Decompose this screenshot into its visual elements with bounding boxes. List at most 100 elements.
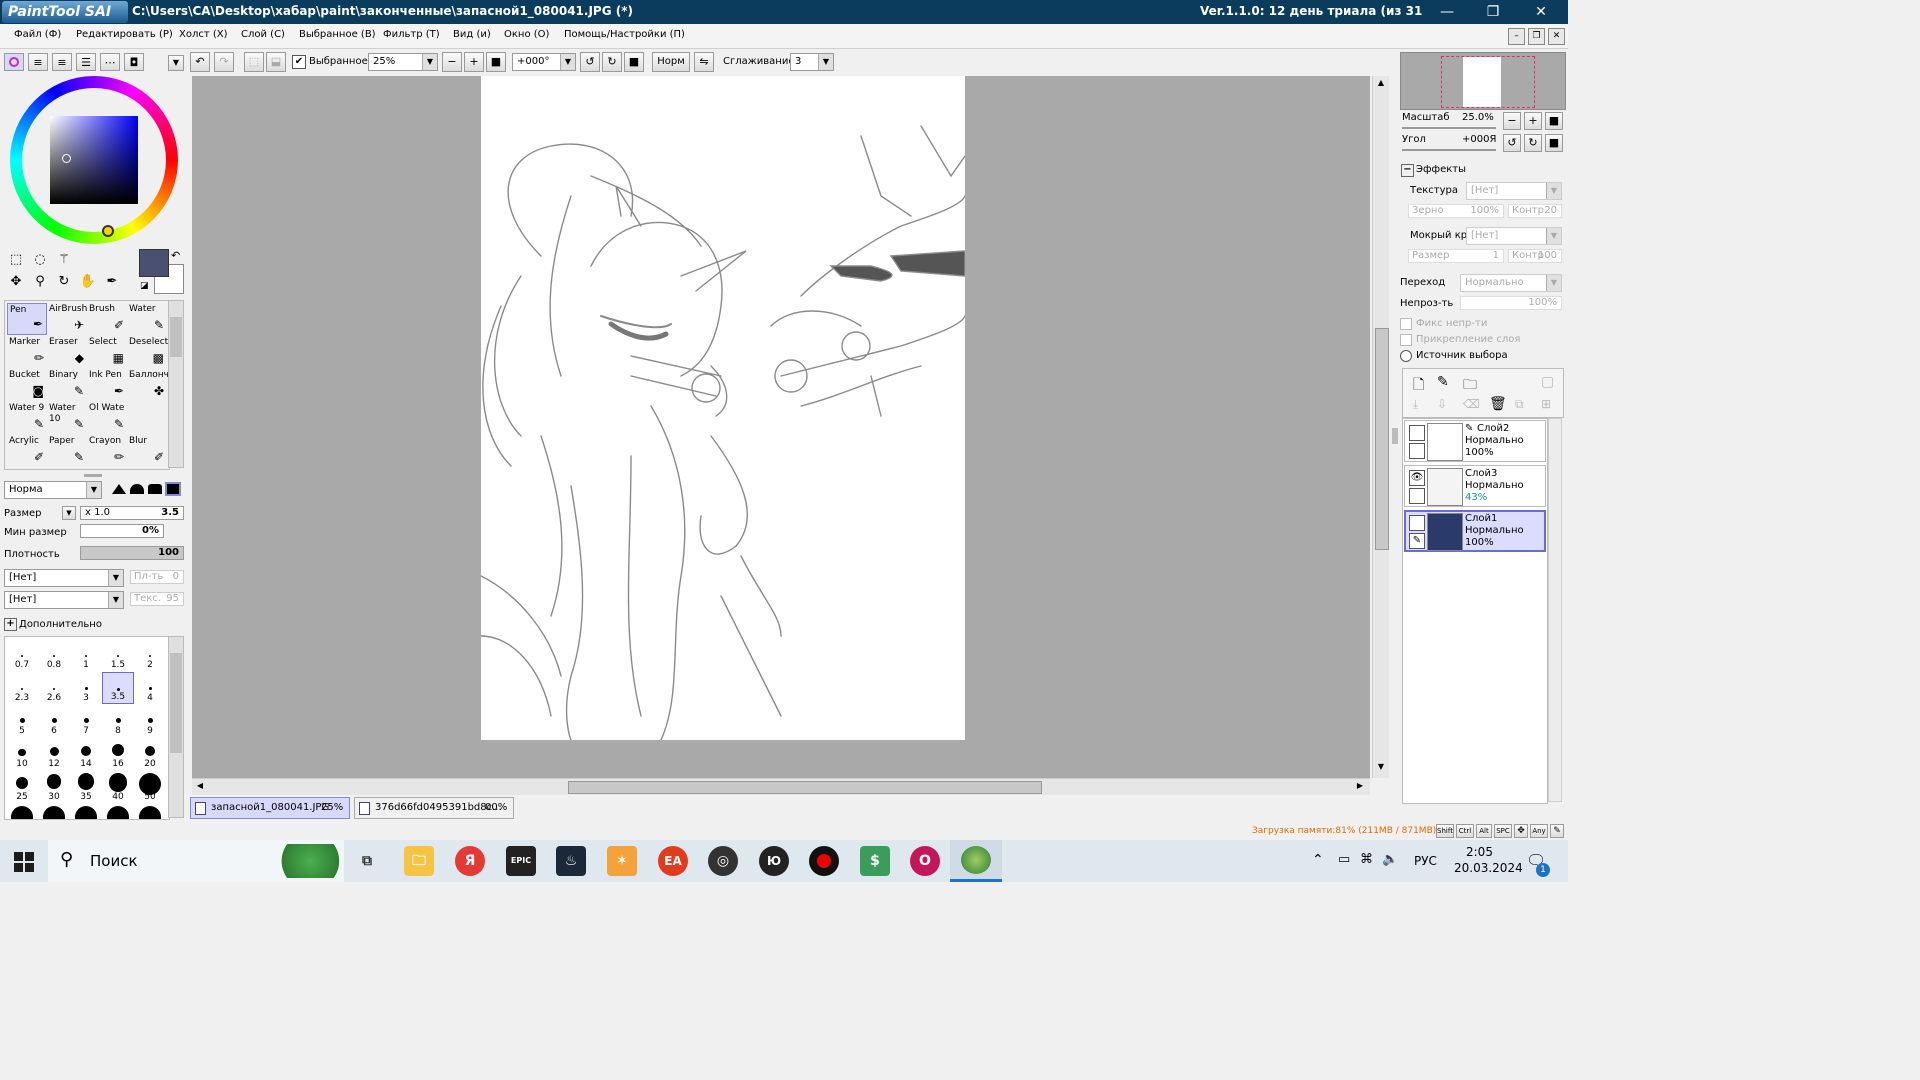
tool-select[interactable]: Select ▦: [87, 336, 127, 368]
maximize-button[interactable]: ❐: [1470, 0, 1516, 24]
scroll-left-icon[interactable]: ◀: [194, 781, 206, 793]
canvas-vertical-scrollbar[interactable]: ▲ ▼: [1372, 76, 1389, 778]
selection-checkbox[interactable]: ✔: [292, 55, 306, 69]
brush-shape-round-icon[interactable]: [130, 484, 144, 494]
size-grid-scrollbar[interactable]: [168, 636, 184, 818]
tool-crayon[interactable]: Crayon ✏: [87, 435, 127, 467]
move-icon[interactable]: ✥: [6, 274, 26, 292]
tool-ink-pen[interactable]: Ink Pen ✒: [87, 369, 127, 401]
wet-edge-select[interactable]: [Нет] ▼: [1466, 227, 1562, 245]
rotate-icon[interactable]: ↻: [54, 274, 74, 292]
tool-water[interactable]: Water ✎: [127, 303, 167, 335]
tool-deselect[interactable]: Deselect ▩: [127, 336, 168, 368]
tool-acrylic[interactable]: Acrylic ✐: [7, 435, 47, 467]
brush-size-large[interactable]: [6, 804, 38, 819]
vertical-scroll-thumb[interactable]: [1375, 328, 1389, 550]
new-layer-icon[interactable]: 🗋: [1413, 374, 1424, 398]
nav-zoom-out-button[interactable]: −: [1503, 112, 1521, 130]
brush-shape-sharp-icon[interactable]: [112, 484, 126, 494]
zoom-out-button[interactable]: −: [442, 52, 462, 72]
nav-rotate-reset-button[interactable]: ■: [1545, 134, 1563, 152]
scroll-down-icon[interactable]: ▼: [1375, 762, 1387, 774]
clock-time[interactable]: 2:05: [1466, 845, 1493, 859]
tool-pen[interactable]: Pen ✒: [7, 303, 47, 335]
panel-menu-button[interactable]: ▼: [168, 55, 184, 71]
brush-shape-select[interactable]: [Нет] ▼: [4, 569, 124, 587]
paint-tool-sai-taskbar-button[interactable]: [950, 840, 1002, 882]
brush-size-8[interactable]: 8: [102, 705, 134, 737]
navigator-preview[interactable]: [1400, 52, 1566, 110]
brush-size-12[interactable]: 12: [38, 738, 70, 770]
reset-colors-icon[interactable]: ◪: [140, 281, 149, 291]
brush-size-9[interactable]: 9: [134, 705, 166, 737]
menu-edit[interactable]: Редактировать (Р): [76, 29, 173, 40]
tool-marker[interactable]: Marker ✏: [7, 336, 47, 368]
effects-texture-select[interactable]: [Нет] ▼: [1466, 182, 1562, 200]
shape-strength-slider[interactable]: Пл-ть 0: [130, 570, 184, 584]
invert-selection-button[interactable]: ⬓: [266, 52, 286, 72]
steam-icon[interactable]: ♨: [556, 846, 586, 876]
mdi-minimize-button[interactable]: –: [1508, 28, 1525, 45]
layer-item-selected[interactable]: ✎ Слой1 Нормально 100%: [1404, 510, 1546, 552]
brush-size-10[interactable]: 10: [6, 738, 38, 770]
flip-view-button[interactable]: ⇋: [694, 52, 714, 72]
smoothing-select[interactable]: 3 ▼: [790, 53, 834, 71]
menu-help[interactable]: Помощь/Настройки (П): [564, 29, 685, 40]
ea-app-icon[interactable]: EA: [658, 846, 688, 876]
tool-blur[interactable]: Blur ✐: [127, 435, 167, 467]
brush-size-3[interactable]: 3: [70, 672, 102, 704]
brush-size-7[interactable]: 7: [70, 705, 102, 737]
tool-water-10[interactable]: Water 10 ✎: [47, 402, 87, 434]
menu-canvas[interactable]: Холст (Х): [179, 29, 228, 40]
taskbar-search-box[interactable]: ⚲ Поиск: [48, 840, 344, 882]
tool-brush[interactable]: Brush ✐: [87, 303, 127, 335]
clock-date[interactable]: 20.03.2024: [1454, 861, 1523, 875]
density-slider[interactable]: 100: [80, 546, 184, 560]
opera-icon[interactable]: O: [910, 846, 940, 876]
horizontal-scroll-thumb[interactable]: [568, 781, 1042, 794]
rotate-right-button[interactable]: ↻: [602, 52, 622, 72]
network-icon[interactable]: ⌘: [1360, 852, 1373, 867]
layer-lock-toggle[interactable]: [1409, 488, 1425, 504]
ubisoft-icon[interactable]: ◎: [708, 846, 738, 876]
transfer-down-icon[interactable]: ⤓: [1413, 397, 1418, 412]
brush-size-large[interactable]: [134, 804, 166, 819]
clip-layer-checkbox[interactable]: [1400, 334, 1412, 346]
epic-games-icon[interactable]: EPIC: [506, 846, 536, 876]
volume-icon[interactable]: 🔈: [1382, 852, 1398, 867]
brush-size-2.6[interactable]: 2.6: [38, 672, 70, 704]
advanced-expand-icon[interactable]: +: [4, 618, 17, 631]
document-tab-active[interactable]: запасной1_080041.JPG 25%: [190, 797, 350, 819]
brush-size-35[interactable]: 35: [70, 771, 102, 803]
brush-size-large[interactable]: [102, 804, 134, 819]
palette-mode-button[interactable]: ⋯: [100, 53, 120, 71]
color-wheel[interactable]: [10, 76, 178, 244]
eyedropper-icon[interactable]: ✒: [102, 274, 122, 292]
canvas-viewport[interactable]: [192, 76, 1370, 778]
yandex-browser-icon[interactable]: Я: [455, 846, 485, 876]
menu-selection[interactable]: Выбранное (В): [299, 29, 376, 40]
fix-opacity-checkbox[interactable]: [1400, 318, 1412, 330]
brush-shape-square-icon[interactable]: [165, 482, 181, 496]
minimize-button[interactable]: —: [1424, 0, 1470, 24]
close-button[interactable]: ✕: [1518, 0, 1564, 24]
brush-size-2.3[interactable]: 2.3: [6, 672, 38, 704]
tool-баллонч[interactable]: Баллонч ✤: [127, 369, 169, 401]
layer-opacity-slider[interactable]: 100%: [1460, 296, 1562, 310]
tool-water-9[interactable]: Water 9 ✎: [7, 402, 47, 434]
menu-file[interactable]: Файл (Ф): [14, 29, 61, 40]
file-explorer-icon[interactable]: 🗀: [404, 846, 434, 876]
undo-button[interactable]: ↶: [190, 52, 210, 72]
mdi-restore-button[interactable]: ❐: [1528, 28, 1545, 45]
swatches-mode-button[interactable]: ☰: [76, 53, 96, 71]
merge-visible-icon[interactable]: ⧉: [1515, 397, 1524, 412]
scroll-up-icon[interactable]: ▲: [1375, 78, 1387, 90]
brush-size-1.5[interactable]: 1.5: [102, 639, 134, 671]
brush-size-40[interactable]: 40: [102, 771, 134, 803]
wet-edge-size-slider[interactable]: Размер 1: [1408, 249, 1504, 263]
deselect-button[interactable]: ⬚: [244, 52, 264, 72]
mdi-close-button[interactable]: ✕: [1548, 28, 1565, 45]
hsv-slider-mode-button[interactable]: ≡: [52, 53, 72, 71]
zoom-in-button[interactable]: +: [464, 52, 484, 72]
layer-item[interactable]: 👁 Слой3 Нормально 43%: [1404, 465, 1546, 507]
